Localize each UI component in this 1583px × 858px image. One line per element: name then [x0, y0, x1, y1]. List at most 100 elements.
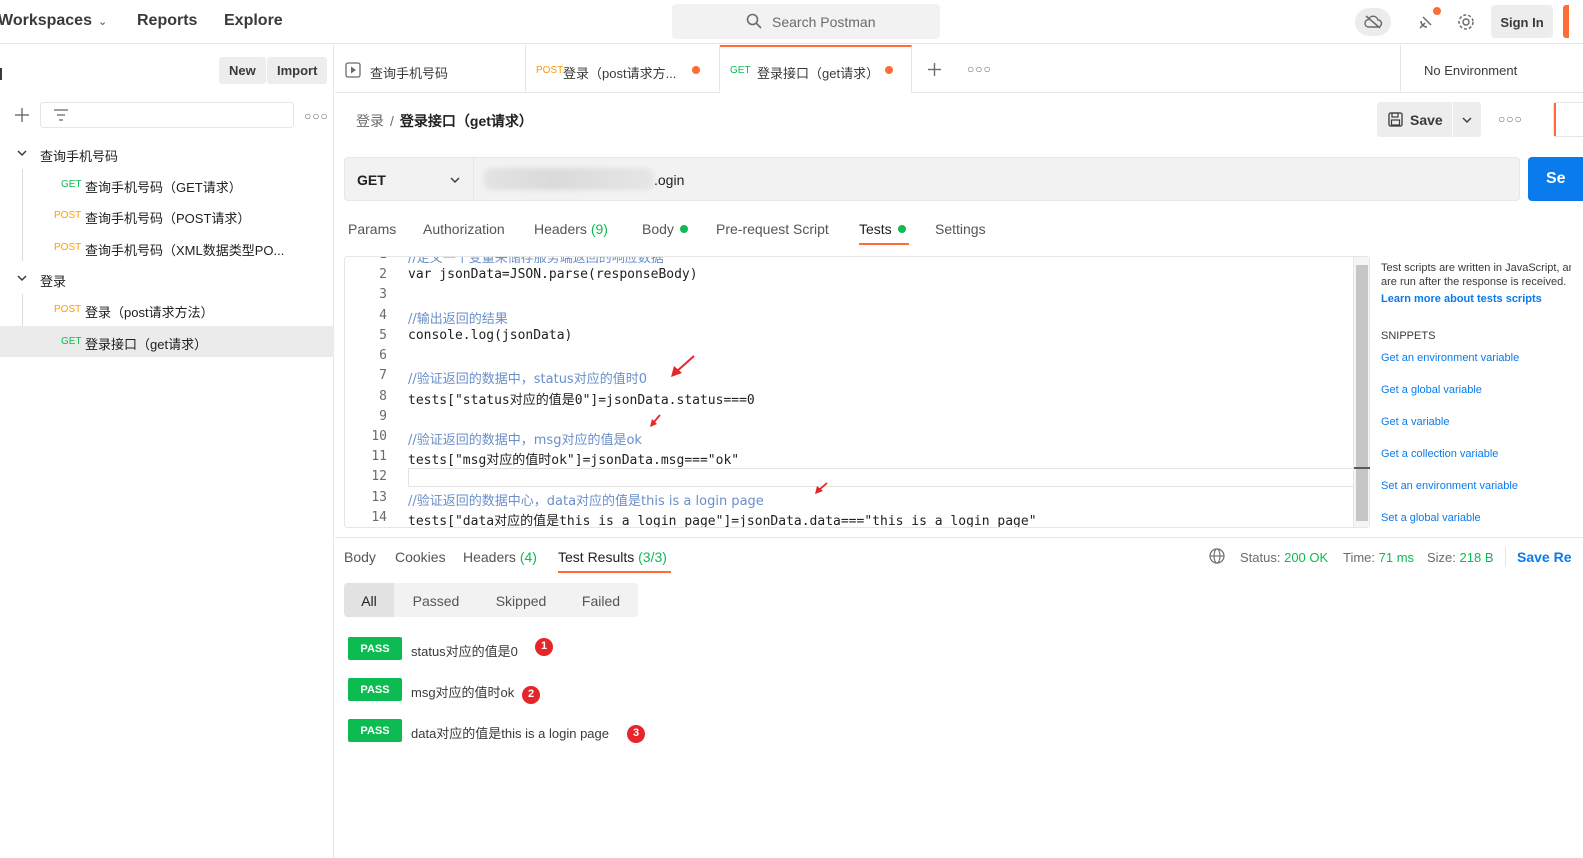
- red-annotation-arrow-icon: [650, 414, 661, 427]
- request-label: 查询手机号码（XML数据类型PO...: [85, 243, 285, 258]
- folder-label: 登录: [40, 274, 67, 289]
- code-line: 7 //验证返回的数据中，status对应的值时0: [345, 366, 1355, 387]
- request-more-icon[interactable]: ○○○: [1498, 112, 1522, 126]
- tab-login-get[interactable]: GET 登录接口（get请求）: [720, 45, 912, 93]
- tab-label: Body: [344, 549, 376, 565]
- editor-scrollbar[interactable]: [1353, 257, 1370, 527]
- sign-in-button[interactable]: Sign In: [1491, 5, 1553, 38]
- tab-body[interactable]: Body: [642, 221, 688, 237]
- save-button[interactable]: Save: [1377, 102, 1452, 137]
- response-tab-headers[interactable]: Headers (4): [463, 549, 537, 565]
- reports-link[interactable]: Reports: [137, 12, 197, 30]
- snippet-item[interactable]: Get a collection variable: [1381, 448, 1498, 460]
- environment-selector[interactable]: No Environment: [1400, 45, 1583, 93]
- response-time[interactable]: Time: 71 ms: [1343, 550, 1414, 565]
- new-tab-plus-icon[interactable]: [927, 62, 942, 77]
- code-text: tests["data对应的值是this is a login page"]=j…: [408, 514, 1037, 528]
- response-status[interactable]: Status: 200 OK: [1240, 550, 1328, 565]
- request-item[interactable]: POST 查询手机号码（XML数据类型PO...: [0, 232, 334, 263]
- learn-more-link[interactable]: Learn more about tests scripts: [1381, 293, 1542, 305]
- new-button[interactable]: New: [219, 57, 266, 84]
- request-item[interactable]: POST 查询手机号码（POST请求）: [0, 200, 334, 231]
- chevron-down-icon: [17, 150, 27, 157]
- settings-gear-icon[interactable]: [1452, 8, 1480, 36]
- method-select[interactable]: GET: [344, 157, 474, 201]
- response-size[interactable]: Size: 218 B: [1427, 550, 1494, 565]
- filter-failed[interactable]: Failed: [564, 583, 638, 617]
- snippet-item[interactable]: Get an environment variable: [1381, 352, 1519, 364]
- code-line: 1//定义一个变量来储存服务端返回的响应数据: [345, 257, 1355, 266]
- method-badge: POST: [54, 210, 82, 221]
- top-header: Workspaces ⌄ Reports Explore Search Postm…: [0, 0, 1583, 44]
- folder-login[interactable]: 登录: [0, 263, 334, 294]
- test-name: msg对应的值时ok: [411, 685, 515, 700]
- tab-headers[interactable]: Headers (9): [534, 221, 608, 237]
- code-line: 6: [345, 346, 1355, 366]
- filter-skipped[interactable]: Skipped: [478, 583, 564, 617]
- code-text: var jsonData=JSON.parse(responseBody): [408, 267, 698, 282]
- line-number: 13: [371, 490, 387, 505]
- response-tab-body[interactable]: Body: [344, 549, 376, 565]
- globe-icon[interactable]: [1209, 548, 1225, 564]
- send-button[interactable]: Se: [1528, 157, 1583, 201]
- response-tab-test-results[interactable]: Test Results (3/3): [558, 549, 667, 565]
- tabs-more-icon[interactable]: ○○○: [967, 62, 991, 76]
- request-item-selected[interactable]: GET 登录接口（get请求）: [0, 326, 334, 357]
- workspaces-menu[interactable]: Workspaces ⌄: [0, 12, 107, 30]
- sidebar-more-icon[interactable]: ○○○: [304, 109, 328, 123]
- explore-link[interactable]: Explore: [224, 12, 283, 30]
- plus-icon[interactable]: [14, 107, 30, 123]
- size-label: Size:: [1427, 550, 1456, 565]
- line-number: 6: [379, 348, 387, 363]
- snippet-item[interactable]: Set an environment variable: [1381, 480, 1518, 492]
- tab-tests[interactable]: Tests: [859, 221, 906, 237]
- tab-params[interactable]: Params: [348, 221, 396, 237]
- request-item[interactable]: POST 登录（post请求方法）: [0, 294, 334, 325]
- method-badge: GET: [61, 336, 82, 347]
- editor-scroll-thumb[interactable]: [1356, 265, 1368, 521]
- tab-count: (4): [519, 549, 537, 565]
- sync-status-button[interactable]: [1355, 8, 1391, 36]
- search-input[interactable]: Search Postman: [672, 4, 940, 39]
- pass-badge: PASS: [348, 678, 402, 701]
- content-dot: [679, 225, 688, 233]
- save-response-button[interactable]: Save Re: [1517, 549, 1571, 565]
- snippet-item[interactable]: Set a global variable: [1381, 512, 1481, 524]
- annotation-marker: 3: [627, 725, 645, 743]
- line-number: 2: [379, 267, 387, 282]
- create-account-button-edge[interactable]: [1563, 5, 1569, 38]
- tab-query-phone[interactable]: 查询手机号码: [335, 45, 526, 93]
- tab-pre-request-script[interactable]: Pre-request Script: [716, 221, 829, 237]
- tab-login-post[interactable]: POST 登录（post请求方...: [526, 45, 720, 93]
- search-icon: [746, 13, 762, 29]
- save-options-button[interactable]: [1453, 102, 1481, 137]
- size-value: 218 B: [1459, 550, 1494, 565]
- filter-all[interactable]: All: [344, 583, 394, 617]
- request-item[interactable]: GET 查询手机号码（GET请求）: [0, 169, 334, 200]
- test-name: status对应的值是0: [411, 644, 518, 659]
- code-text: console.log(jsonData): [408, 328, 573, 343]
- result-filter-group: All Passed Skipped Failed: [344, 583, 638, 617]
- tab-label: Tests: [859, 221, 892, 237]
- breadcrumb: 登录 / 登录接口（get请求）: [356, 111, 533, 131]
- folder-query-phone[interactable]: 查询手机号码: [0, 138, 334, 169]
- breadcrumb-parent[interactable]: 登录: [356, 113, 384, 129]
- sidebar-filter-input[interactable]: [40, 102, 294, 128]
- filter-passed[interactable]: Passed: [394, 583, 478, 617]
- side-panel-toggle[interactable]: [1553, 102, 1583, 137]
- snippet-item[interactable]: Get a global variable: [1381, 384, 1482, 396]
- response-tab-cookies[interactable]: Cookies: [395, 549, 446, 565]
- line-number: 7: [379, 368, 387, 383]
- method-badge: GET: [61, 179, 82, 190]
- save-disk-icon: [1388, 112, 1403, 127]
- tab-authorization[interactable]: Authorization: [423, 221, 505, 237]
- breadcrumb-current[interactable]: 登录接口（get请求）: [400, 113, 533, 129]
- pass-badge: PASS: [348, 719, 402, 742]
- tests-script-editor[interactable]: 1//定义一个变量来储存服务端返回的响应数据 2 var jsonData=JSO…: [344, 256, 1370, 528]
- response-divider[interactable]: [335, 537, 1583, 538]
- tab-settings[interactable]: Settings: [935, 221, 986, 237]
- red-annotation-arrow-icon: [815, 482, 828, 494]
- snippet-item[interactable]: Get a variable: [1381, 416, 1449, 428]
- annotation-marker: 2: [522, 686, 540, 704]
- import-button[interactable]: Import: [267, 57, 328, 84]
